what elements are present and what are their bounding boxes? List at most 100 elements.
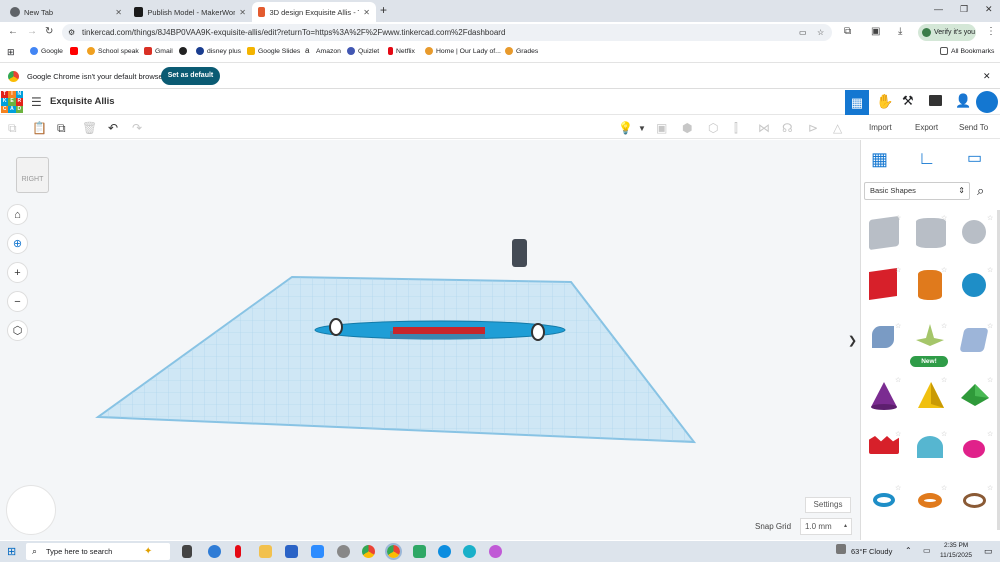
more-menu-icon[interactable]: ⋮	[986, 26, 996, 37]
all-bookmarks[interactable]: All Bookmarks	[940, 47, 994, 55]
shape-category-select[interactable]: Basic Shapes ⇕	[864, 182, 970, 200]
ungroup-icon[interactable]: ⬡	[708, 121, 718, 135]
bookmark-youtube[interactable]	[70, 47, 78, 55]
settings-button[interactable]: Settings	[805, 497, 851, 513]
edge-icon[interactable]	[438, 545, 451, 558]
3d-view-icon[interactable]: ▦	[845, 90, 869, 115]
site-info-icon[interactable]: ⚙	[68, 24, 75, 41]
add-user-icon[interactable]: 👤	[955, 93, 971, 109]
extensions-icon[interactable]: ⧉	[844, 26, 851, 37]
pyramid-shape[interactable]	[916, 382, 946, 412]
bookmark-school-speak[interactable]: School speak	[87, 47, 139, 55]
undo-icon[interactable]: ↶	[108, 121, 118, 135]
generator-shape[interactable]	[916, 324, 944, 350]
settings-icon[interactable]	[337, 545, 350, 558]
cruise-icon[interactable]: ☊	[782, 121, 793, 135]
align-icon[interactable]: ⫿	[734, 121, 738, 136]
favorite-star-icon[interactable]: ☆	[941, 322, 947, 330]
left-eye-shape[interactable]	[329, 318, 343, 336]
zoom-icon[interactable]	[311, 545, 324, 558]
task-view-icon[interactable]	[182, 545, 192, 558]
bookmark-google[interactable]: Google	[30, 47, 63, 55]
tray-chevron-icon[interactable]: ⌃	[905, 546, 912, 555]
zoom-in-icon[interactable]: +	[7, 262, 28, 283]
text-shape[interactable]	[959, 328, 989, 352]
ruler-icon[interactable]: ∟	[918, 148, 936, 169]
roof-shape[interactable]	[961, 384, 991, 414]
tools-icon[interactable]: ⚒	[902, 93, 914, 109]
ring-shape[interactable]	[963, 493, 986, 508]
network-icon[interactable]: ▭	[923, 546, 931, 555]
delete-icon[interactable]: 🗑	[82, 121, 97, 135]
sphere-shape[interactable]	[962, 273, 986, 297]
favorite-star-icon[interactable]: ☆	[895, 484, 901, 492]
photos-icon[interactable]	[413, 545, 426, 558]
avatar[interactable]	[976, 91, 998, 113]
workplane-canvas[interactable]	[0, 140, 860, 540]
perspective-icon[interactable]: ⬡	[7, 320, 28, 341]
group-icon[interactable]: ⬢	[682, 121, 692, 135]
tinkercad-logo[interactable]: T I N K E R C A D	[1, 91, 23, 113]
bookmark-netflix[interactable]: Netflix	[388, 47, 415, 55]
zoom-out-icon[interactable]: −	[7, 291, 28, 312]
taskbar-search-input[interactable]: ⌕ Type here to search ✦	[26, 543, 170, 560]
favorite-star-icon[interactable]: ☆	[895, 430, 901, 438]
cone-shape[interactable]	[869, 382, 899, 412]
home-view-icon[interactable]: ⌂	[7, 204, 28, 225]
chevron-down-icon[interactable]: ▼	[638, 124, 646, 133]
chrome-icon[interactable]	[362, 545, 375, 558]
media-icon[interactable]: ▣	[871, 26, 880, 37]
copy-icon[interactable]: ⧉	[8, 121, 17, 136]
apps-icon[interactable]: ⊞	[7, 47, 15, 58]
favorite-star-icon[interactable]: ☆	[987, 484, 993, 492]
tab-makerworld[interactable]: Publish Model - MakerWorld ✕	[128, 2, 252, 22]
close-icon[interactable]: ✕	[239, 8, 246, 17]
search-icon[interactable]: ⌕	[977, 183, 984, 199]
redo-icon[interactable]: ↷	[132, 121, 142, 135]
bookmark-home[interactable]: Home | Our Lady of...	[425, 47, 501, 55]
bookmark-quizlet[interactable]: Quizlet	[347, 47, 379, 55]
favorite-star-icon[interactable]: ☆	[987, 214, 993, 222]
favorite-star-icon[interactable]: ☆	[895, 214, 901, 222]
favorite-star-icon[interactable]: ☆	[941, 484, 947, 492]
windows-start-icon[interactable]: ⊞	[7, 545, 16, 558]
3d-viewport[interactable]: RIGHT ⌂ ⊕ + − ⬡ Settings Snap Grid 1.0 m…	[0, 140, 860, 540]
restore-icon[interactable]: ❐	[960, 4, 968, 15]
torus-shape[interactable]	[873, 493, 895, 507]
tab-tinkercad[interactable]: 3D design Exquisite Allis - Tinkercad ✕	[252, 2, 376, 22]
flip-icon[interactable]: ⊳	[808, 121, 818, 135]
paste-icon[interactable]: 📋	[32, 121, 47, 135]
send-to-button[interactable]: Send To	[959, 123, 988, 132]
note-icon[interactable]: ▣	[656, 121, 667, 135]
notes-icon[interactable]: ▭	[967, 148, 982, 168]
bookmark-amazon[interactable]: a Amazon	[305, 47, 341, 55]
bookmark-disney[interactable]: disney plus	[196, 47, 241, 55]
box-shape[interactable]	[869, 268, 897, 300]
close-icon[interactable]: ✕	[115, 8, 122, 17]
notification-icon[interactable]: ▭	[984, 546, 993, 557]
url-input[interactable]: ⚙ tinkercad.com/things/8J4BP0VAA9K-exqui…	[62, 24, 832, 41]
export-button[interactable]: Export	[915, 123, 938, 132]
minimize-icon[interactable]: —	[934, 4, 943, 14]
mail-icon[interactable]	[285, 545, 298, 558]
scribble-shape[interactable]	[872, 326, 894, 348]
favorite-star-icon[interactable]: ☆	[941, 214, 947, 222]
install-icon[interactable]: ▭	[799, 24, 807, 41]
netflix-icon[interactable]	[235, 545, 241, 558]
favorite-star-icon[interactable]: ☆	[941, 430, 947, 438]
light-icon[interactable]: 💡	[618, 121, 633, 135]
bookmark-gmail[interactable]: Gmail	[144, 47, 173, 55]
text-3d-shape[interactable]	[869, 436, 899, 454]
cylinder-shape[interactable]	[918, 270, 942, 300]
sphere-hole-shape[interactable]	[962, 220, 986, 244]
hand-icon[interactable]: ✋	[876, 93, 893, 110]
favorite-star-icon[interactable]: ☆	[987, 266, 993, 274]
snap-grid-select[interactable]: 1.0 mm ▴	[800, 518, 852, 535]
close-window-icon[interactable]: ✕	[985, 4, 993, 15]
paraboloid-shape[interactable]	[963, 440, 985, 458]
bookmark-star-icon[interactable]: ☆	[817, 24, 824, 41]
cylinder-hole-shape[interactable]	[916, 218, 946, 248]
designs-menu-icon[interactable]: ☰	[31, 95, 42, 109]
bookmark-grades[interactable]: Grades	[505, 47, 538, 55]
close-icon[interactable]: ✕	[983, 71, 991, 82]
